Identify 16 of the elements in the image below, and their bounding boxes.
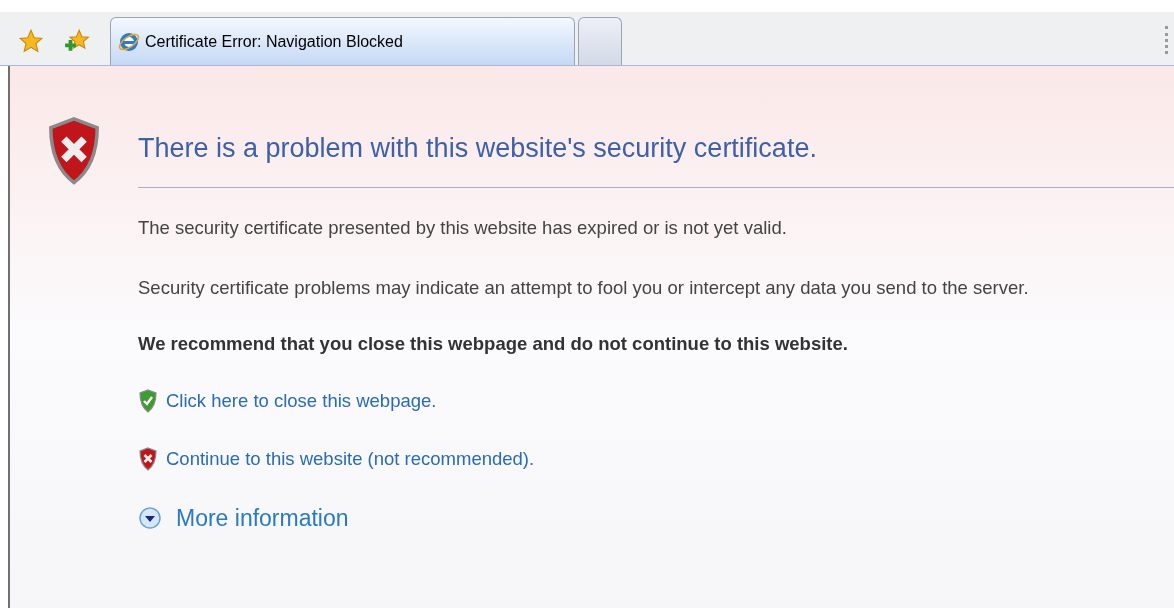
message-text: The security certificate presented by this website has expired or is not yet valid. <box>138 215 788 240</box>
more-information-toggle[interactable]: More information <box>138 500 349 536</box>
star-icon[interactable] <box>18 28 44 54</box>
browser-tab[interactable] <box>578 17 622 65</box>
recommendation-text: We recommend that you close this webpage and do not continue to this website. <box>138 331 849 356</box>
continue-link[interactable]: Continue to this website (not recommended). <box>138 445 535 473</box>
tab-title: Certificate Error: Navigation Blocked <box>145 31 403 52</box>
page-heading: There is a problem with this website's security certificate. <box>138 106 1174 188</box>
add-star-icon[interactable] <box>64 28 90 54</box>
expand-icon <box>138 506 162 530</box>
browser-tab[interactable]: Certificate Error: Navigation Blocked <box>110 17 575 65</box>
check-shield-icon <box>138 389 158 414</box>
message-text: Security certificate problems may indicate an attempt to fool you or intercept any data you send to the server. <box>138 275 1030 300</box>
cross-shield-icon <box>138 446 158 471</box>
close-page-link[interactable]: Click here to close this webpage. <box>138 387 437 415</box>
toolbar-grip-icon <box>1165 26 1168 54</box>
